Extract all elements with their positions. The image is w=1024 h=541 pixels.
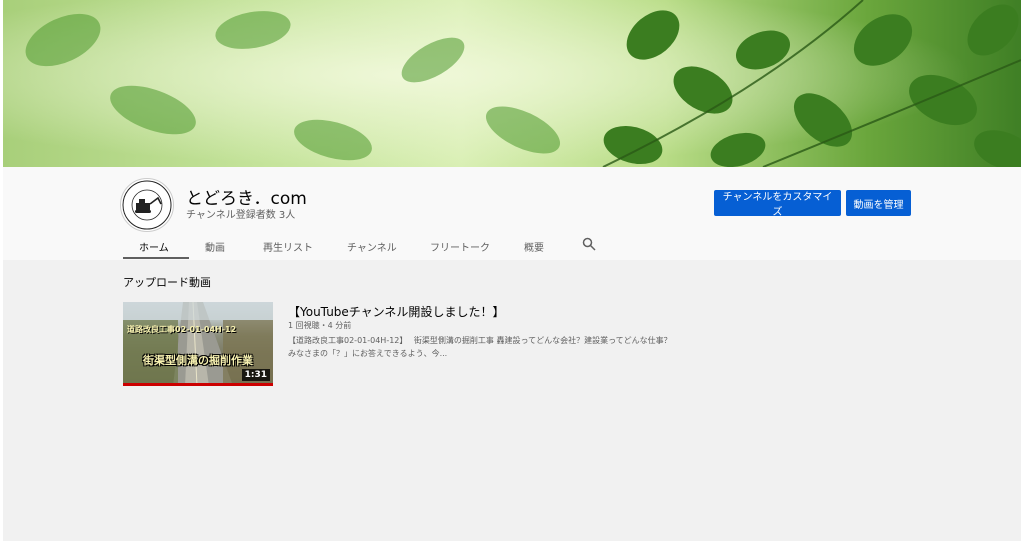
- tab-free-talk[interactable]: フリートーク: [430, 239, 490, 254]
- youtube-channel-page: とどろき．com チャンネル登録者数 3人 チャンネルをカスタマイズ 動画を管理…: [3, 0, 1021, 541]
- subscriber-count: チャンネル登録者数 3人: [186, 210, 296, 221]
- search-icon-glyph: [582, 237, 596, 251]
- channel-banner: [3, 0, 1021, 167]
- channel-avatar[interactable]: [120, 178, 174, 232]
- video-description-line: 【道路改良工事02-01-04H-12】 街渠型側溝の掘削工事 轟建設ってどんな…: [288, 336, 672, 345]
- active-tab-indicator: [123, 257, 189, 259]
- video-meta: 1 回視聴・4 分前: [288, 321, 352, 330]
- video-thumbnail[interactable]: 道路改良工事02-01-04H-12 街渠型側溝の掘削作業 1:31: [123, 302, 273, 386]
- tab-playlists[interactable]: 再生リスト: [263, 239, 313, 254]
- search-icon[interactable]: [582, 236, 596, 255]
- thumbnail-caption: 街渠型側溝の掘削作業: [143, 354, 253, 367]
- customize-channel-button[interactable]: チャンネルをカスタマイズ: [714, 190, 841, 218]
- manage-videos-button[interactable]: 動画を管理: [846, 190, 911, 216]
- banner-leaves-image: [3, 0, 1021, 167]
- tab-home[interactable]: ホーム: [139, 239, 169, 254]
- excavator-logo-icon: [122, 180, 172, 230]
- video-description-line: みなさまの「？」にお答えできるよう、今...: [288, 349, 448, 358]
- video-description: 【道路改良工事02-01-04H-12】 街渠型側溝の掘削工事 轟建設ってどんな…: [288, 334, 672, 360]
- video-title[interactable]: 【YouTubeチャンネル開設しました！】: [288, 303, 504, 320]
- uploads-section-title[interactable]: アップロード動画: [123, 274, 211, 290]
- thumbnail-top-text: 道路改良工事02-01-04H-12: [127, 325, 237, 334]
- watch-progress-bar: [123, 383, 273, 386]
- video-duration: 1:31: [241, 369, 270, 381]
- tab-videos[interactable]: 動画: [205, 239, 225, 254]
- tab-channels[interactable]: チャンネル: [347, 239, 397, 254]
- tab-about[interactable]: 概要: [524, 239, 544, 254]
